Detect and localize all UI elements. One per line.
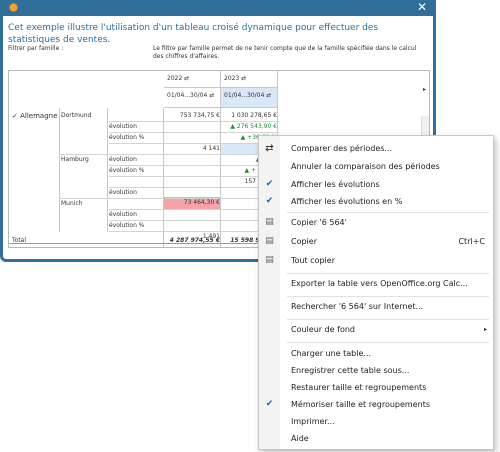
row-divider — [109, 210, 279, 221]
grid-divider — [107, 108, 108, 232]
col-header-year-2023[interactable]: 2023 ⇄ — [221, 71, 278, 88]
copy-icon: ▤ — [265, 236, 274, 246]
city-row-header[interactable]: Hamburg — [61, 155, 89, 165]
app-icon — [9, 3, 18, 12]
copy-icon: ▤ — [265, 255, 274, 265]
menu-item-copy[interactable]: ▤ Copier Ctrl+C — [259, 233, 493, 250]
menu-separator — [287, 296, 489, 297]
row-divider — [109, 122, 279, 133]
row-divider — [109, 155, 279, 166]
copy-icon: ▤ — [265, 217, 274, 227]
menu-item-print[interactable]: Imprimer... — [259, 413, 493, 430]
menu-item-compare-periods[interactable]: ⇄ Comparer des périodes... — [259, 140, 493, 157]
menu-item-background-color[interactable]: Couleur de fond ▸ — [259, 321, 493, 338]
menu-item-remember-layout[interactable]: ✔ Mémoriser taille et regroupements — [259, 396, 493, 413]
row-divider — [109, 166, 279, 177]
menu-item-save-table[interactable]: Enregistrer cette table sous... — [259, 362, 493, 379]
row-divider — [109, 177, 279, 188]
col-header-period-2022[interactable]: 01/04...30/04 ⇄ — [164, 88, 221, 108]
submenu-arrow-icon: ▸ — [483, 326, 487, 333]
row-divider — [109, 133, 279, 144]
check-icon: ✔ — [265, 196, 274, 206]
row-divider — [109, 111, 279, 122]
scroll-right-icon[interactable]: ▸ — [423, 86, 426, 93]
filter-label: Filtrer par famille : — [8, 45, 64, 52]
context-menu: ⇄ Comparer des périodes... Annuler la co… — [258, 135, 494, 450]
menu-item-show-evolutions[interactable]: ✔ Afficher les évolutions — [259, 176, 493, 193]
expand-toggle-icon[interactable]: ✓ — [12, 112, 18, 120]
menu-separator — [287, 319, 489, 320]
city-row-header[interactable]: Munich — [61, 199, 83, 209]
close-icon[interactable]: ✕ — [417, 0, 427, 15]
country-row-header[interactable]: ✓ Allemagne — [12, 111, 57, 121]
row-divider — [109, 221, 279, 232]
menu-item-cancel-comparison[interactable]: Annuler la comparaison des périodes — [259, 158, 493, 175]
city-row-header[interactable]: Dortmund — [61, 111, 91, 121]
grid-divider — [59, 108, 60, 232]
total-row-header[interactable]: Total — [12, 236, 26, 246]
total-cell[interactable]: 4 287 974,55 € — [164, 236, 220, 246]
menu-item-restore-layout[interactable]: Restaurer taille et regroupements — [259, 379, 493, 396]
menu-item-help[interactable]: Aide — [259, 430, 493, 447]
menu-item-copy-all[interactable]: ▤ Tout copier — [259, 252, 493, 269]
menu-item-show-evolutions-percent[interactable]: ✔ Afficher les évolutions en % — [259, 193, 493, 210]
swap-arrows-icon: ⇄ — [265, 143, 274, 154]
menu-separator — [287, 342, 489, 343]
check-icon: ✔ — [265, 179, 274, 189]
filter-help-text: Le filtre par famille permet de ne tenir… — [153, 45, 417, 60]
menu-separator — [287, 212, 489, 213]
menu-separator — [287, 273, 489, 274]
col-header-period-2023[interactable]: 01/04...30/04 ⇄ — [221, 88, 278, 108]
title-bar: ✕ — [3, 0, 433, 16]
row-divider — [59, 144, 279, 155]
shortcut-label: Ctrl+C — [458, 237, 485, 246]
menu-item-export-calc[interactable]: Exporter la table vers OpenOffice.org Ca… — [259, 275, 493, 292]
menu-item-load-table[interactable]: Charger une table... — [259, 345, 493, 362]
check-icon: ✔ — [265, 399, 274, 409]
row-divider — [109, 199, 279, 210]
description-text: Cet exemple illustre l'utilisation d'un … — [8, 23, 379, 45]
menu-item-search-internet[interactable]: Rechercher '6 564' sur Internet... — [259, 298, 493, 315]
col-header-year-2022[interactable]: 2022 ⇄ — [164, 71, 221, 88]
menu-item-copy-value[interactable]: ▤ Copier '6 564' — [259, 214, 493, 231]
row-divider — [59, 188, 279, 199]
